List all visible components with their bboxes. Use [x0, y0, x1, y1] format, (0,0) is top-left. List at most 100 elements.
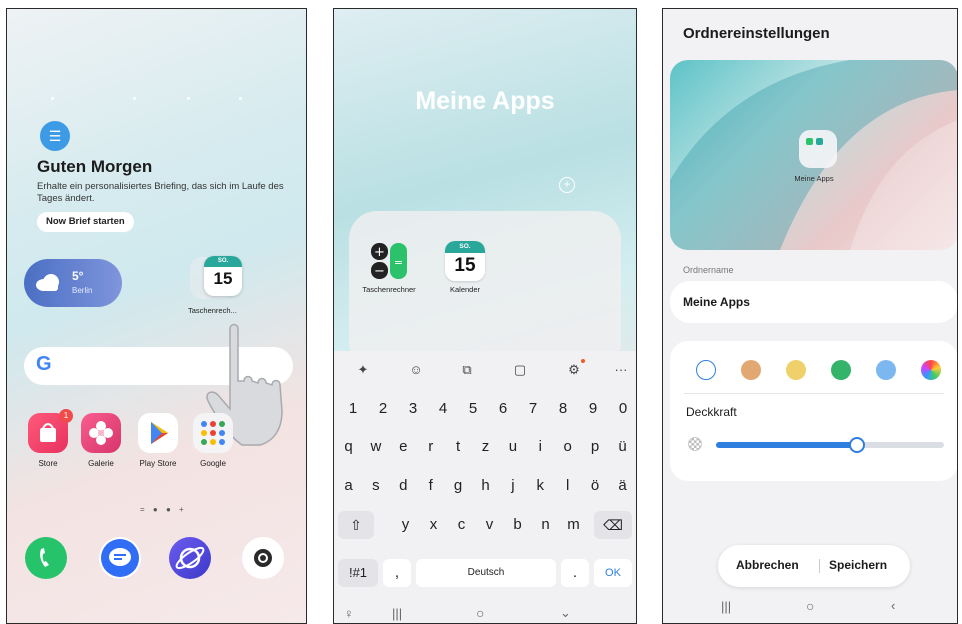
- weather-temperature: 5°: [72, 269, 84, 283]
- cancel-button[interactable]: Abbrechen: [736, 558, 799, 572]
- letter-key[interactable]: x: [422, 511, 445, 539]
- number-key[interactable]: 3: [401, 395, 425, 423]
- number-key[interactable]: 0: [611, 395, 635, 423]
- messages-icon[interactable]: [99, 537, 141, 579]
- app-store[interactable]: 1 Store: [23, 409, 73, 468]
- letter-key[interactable]: r: [419, 433, 442, 461]
- number-key[interactable]: 2: [371, 395, 395, 423]
- hide-keyboard-icon[interactable]: ⌄: [560, 605, 571, 621]
- folder-name-caption: Ordnername: [683, 265, 734, 275]
- letter-key[interactable]: e: [392, 433, 415, 461]
- letter-key[interactable]: f: [419, 472, 442, 500]
- letter-key[interactable]: o: [556, 433, 579, 461]
- color-swatch[interactable]: [831, 360, 851, 380]
- number-key[interactable]: 1: [341, 395, 365, 423]
- opacity-slider-thumb[interactable]: [849, 437, 866, 453]
- calculator-app[interactable]: + − = Taschenrechner: [359, 241, 419, 294]
- app-play-store[interactable]: Play Store: [133, 413, 183, 468]
- number-key[interactable]: 6: [491, 395, 515, 423]
- letter-key[interactable]: c: [450, 511, 473, 539]
- app-gallery[interactable]: Galerie: [76, 413, 126, 468]
- letter-key[interactable]: d: [392, 472, 415, 500]
- letter-key[interactable]: w: [364, 433, 387, 461]
- camera-icon[interactable]: [242, 537, 284, 579]
- letter-key[interactable]: ö: [584, 472, 607, 500]
- letter-key[interactable]: p: [584, 433, 607, 461]
- back-icon[interactable]: ‹: [891, 598, 895, 613]
- sticker-icon[interactable]: ⧉: [456, 362, 478, 378]
- color-swatch-selected[interactable]: [696, 360, 716, 380]
- letter-key[interactable]: v: [478, 511, 501, 539]
- color-swatch[interactable]: [741, 360, 761, 380]
- home-icon[interactable]: ○: [476, 605, 484, 621]
- home-icon[interactable]: ○: [806, 598, 814, 614]
- letter-key[interactable]: u: [501, 433, 524, 461]
- cloud-icon: [36, 274, 59, 291]
- recent-apps-icon[interactable]: |||: [721, 599, 731, 614]
- microphone-icon[interactable]: ♀: [344, 606, 354, 621]
- opacity-slider-fill: [716, 442, 858, 448]
- save-button[interactable]: Speichern: [829, 558, 887, 572]
- more-icon[interactable]: ···: [610, 362, 632, 377]
- number-key[interactable]: 9: [581, 395, 605, 423]
- letter-key[interactable]: s: [364, 472, 387, 500]
- letter-key[interactable]: z: [474, 433, 497, 461]
- letter-key[interactable]: h: [474, 472, 497, 500]
- number-key[interactable]: 8: [551, 395, 575, 423]
- shift-key[interactable]: ⇧: [338, 511, 374, 539]
- briefing-icon[interactable]: ☰: [40, 121, 70, 151]
- weather-widget[interactable]: 5° Berlin: [24, 259, 122, 307]
- letter-key[interactable]: l: [556, 472, 579, 500]
- letter-key[interactable]: g: [447, 472, 470, 500]
- recent-apps-icon[interactable]: |||: [392, 606, 402, 621]
- page-indicator[interactable]: = ● ● +: [140, 505, 187, 514]
- number-key[interactable]: 7: [521, 395, 545, 423]
- letter-key[interactable]: i: [529, 433, 552, 461]
- letter-key[interactable]: b: [506, 511, 529, 539]
- letter-key[interactable]: a: [337, 472, 360, 500]
- number-key[interactable]: 4: [431, 395, 455, 423]
- clipboard-icon[interactable]: ▢: [509, 362, 531, 378]
- wallpaper-dot: [187, 97, 190, 100]
- emoji-icon[interactable]: ☺: [405, 362, 427, 377]
- letter-key[interactable]: m: [562, 511, 585, 539]
- notification-badge: 1: [59, 409, 73, 423]
- letter-key[interactable]: n: [534, 511, 557, 539]
- ai-sparkle-icon[interactable]: ✦: [352, 362, 374, 378]
- folder-name-field[interactable]: Meine Apps: [670, 281, 957, 323]
- keyboard: ✦ ☺ ⧉ ▢ ⚙ ··· 1234567890 qwertzuiopü asd…: [334, 351, 636, 623]
- custom-color-swatch[interactable]: [921, 360, 941, 380]
- calendar-app-icon[interactable]: SO. 15: [204, 256, 242, 296]
- settings-gear-icon[interactable]: ⚙: [563, 362, 585, 378]
- folder-title[interactable]: Meine Apps: [334, 87, 636, 116]
- comma-key[interactable]: ,: [383, 559, 411, 587]
- symbols-key[interactable]: !#1: [338, 559, 378, 587]
- letter-key[interactable]: y: [394, 511, 417, 539]
- space-key[interactable]: Deutsch: [416, 559, 556, 587]
- opacity-slider[interactable]: [716, 437, 944, 453]
- letter-key[interactable]: t: [447, 433, 470, 461]
- calendar-app[interactable]: SO. 15 Kalender: [435, 241, 495, 294]
- color-swatch[interactable]: [786, 360, 806, 380]
- add-app-icon[interactable]: +: [559, 177, 575, 193]
- backspace-key[interactable]: ⌫: [594, 511, 632, 539]
- play-store-icon: [138, 413, 178, 453]
- letter-key[interactable]: k: [529, 472, 552, 500]
- start-brief-button[interactable]: Now Brief starten: [37, 212, 134, 232]
- app-label: Kalender: [449, 285, 481, 294]
- app-label: Galerie: [88, 459, 114, 468]
- number-key[interactable]: 5: [461, 395, 485, 423]
- color-swatch[interactable]: [876, 360, 896, 380]
- letter-key[interactable]: ä: [611, 472, 634, 500]
- letter-key[interactable]: j: [501, 472, 524, 500]
- internet-browser-icon[interactable]: [169, 537, 211, 579]
- letter-key[interactable]: ü: [611, 433, 634, 461]
- phone-icon[interactable]: [25, 537, 67, 579]
- period-key[interactable]: .: [561, 559, 589, 587]
- folder-name-value: Meine Apps: [683, 295, 750, 309]
- letter-key[interactable]: q: [337, 433, 360, 461]
- app-google-folder[interactable]: Google: [188, 413, 238, 468]
- folder-panel: + − = Taschenrechner SO. 15 Kalender: [349, 211, 621, 371]
- page-title: Ordnereinstellungen: [683, 25, 830, 42]
- ok-key[interactable]: OK: [594, 559, 632, 587]
